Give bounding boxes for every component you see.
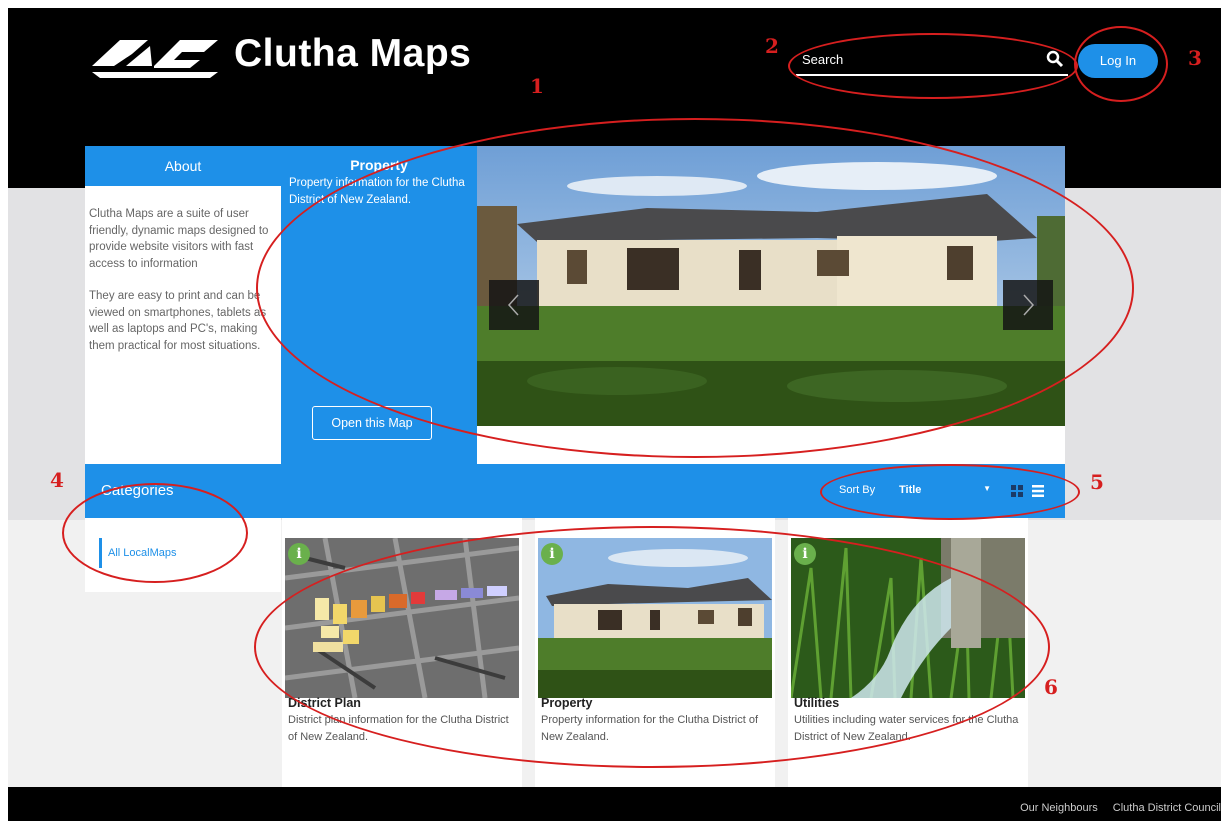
info-icon[interactable]: i xyxy=(288,543,310,565)
footer: Our Neighbours Clutha District Council xyxy=(8,787,1221,821)
about-title: About xyxy=(85,146,281,186)
about-paragraph: Clutha Maps are a suite of user friendly… xyxy=(89,208,269,270)
annotation-number: 5 xyxy=(1090,470,1104,494)
annotation-ellipse xyxy=(788,33,1078,99)
annotation-number: 2 xyxy=(765,34,779,58)
about-panel: About Clutha Maps are a suite of user fr… xyxy=(85,146,281,464)
annotation-number: 3 xyxy=(1188,46,1202,70)
about-paragraph: They are easy to print and can be viewed… xyxy=(89,290,267,352)
annotation-ellipse xyxy=(820,464,1080,520)
annotation-number: 6 xyxy=(1044,675,1058,699)
footer-link-council[interactable]: Clutha District Council xyxy=(1113,802,1221,814)
annotation-ellipse xyxy=(62,483,248,583)
annotation-ellipse xyxy=(254,526,1050,768)
footer-links: Our Neighbours Clutha District Council xyxy=(1008,787,1221,821)
page: Clutha Maps Log In About Clutha Maps are… xyxy=(8,8,1221,821)
logo-text: Clutha Maps xyxy=(234,32,472,75)
about-text: Clutha Maps are a suite of user friendly… xyxy=(85,186,281,354)
clutha-logo xyxy=(92,40,218,78)
annotation-number: 4 xyxy=(50,468,64,492)
annotation-ellipse xyxy=(1074,26,1168,102)
annotation-number: 1 xyxy=(530,74,544,98)
footer-link-neighbours[interactable]: Our Neighbours xyxy=(1020,802,1098,814)
annotation-ellipse xyxy=(256,118,1134,458)
